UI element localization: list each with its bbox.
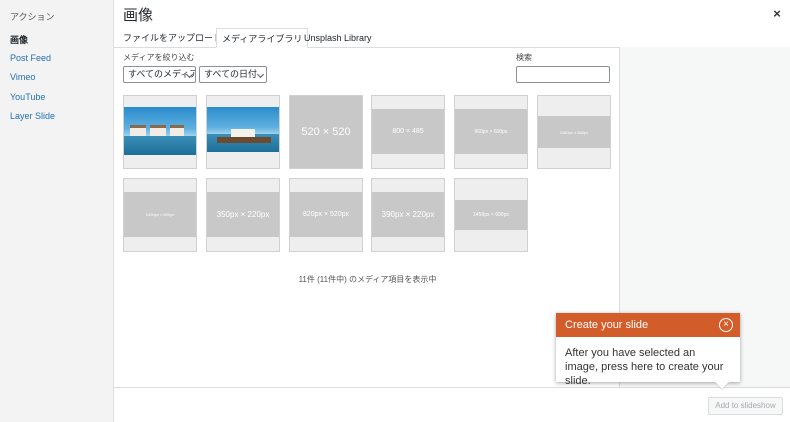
date-select[interactable]: すべての日付 (199, 66, 267, 83)
attachment-thumbnail-11[interactable]: 1450px × 600px (454, 178, 528, 252)
tab-media-library[interactable]: メディアライブラリ (216, 28, 309, 48)
chevron-down-icon (256, 70, 265, 79)
attachment-thumbnail-7[interactable]: 1400px × 800px (123, 178, 197, 252)
sidebar-item-vimeo[interactable]: Vimeo (10, 72, 35, 82)
placeholder-image: 520 × 520 (290, 96, 362, 168)
attachment-thumbnail-4[interactable]: 800 × 485 (371, 95, 445, 169)
attachment-thumbnail-10[interactable]: 390px × 220px (371, 178, 445, 252)
attachment-thumbnail-6[interactable]: 1060px × 580px (537, 95, 611, 169)
attachment-thumbnail-5[interactable]: 960px × 600px (454, 95, 528, 169)
placeholder-image: 390px × 220px (372, 192, 444, 237)
tab-upload-files[interactable]: ファイルをアップロード (118, 28, 227, 48)
attachment-thumbnail-9[interactable]: 820px × 520px (289, 178, 363, 252)
create-slide-tooltip: Create your slide × After you have selec… (556, 313, 740, 387)
placeholder-image: 1400px × 800px (124, 192, 196, 237)
placeholder-image: 350px × 220px (207, 192, 279, 237)
search-label: 検索 (516, 53, 532, 62)
attachment-thumbnail-1[interactable] (123, 95, 197, 169)
media-type-select[interactable]: すべてのメディア (123, 66, 196, 83)
sidebar-item-layer-slide[interactable]: Layer Slide (10, 111, 55, 121)
date-value: すべての日付 (204, 69, 258, 79)
sidebar-item-image[interactable]: 画像 (10, 33, 28, 46)
close-icon[interactable]: × (719, 318, 733, 332)
add-to-slideshow-button[interactable]: Add to slideshow (708, 397, 783, 415)
attachment-thumbnail-3[interactable]: 520 × 520 (289, 95, 363, 169)
modal-title: 画像 (123, 7, 154, 24)
tooltip-body: After you have selected an image, press … (565, 347, 724, 387)
media-count-text: 11件 (11件中) のメディア項目を表示中 (298, 275, 437, 284)
sidebar-item-post-feed[interactable]: Post Feed (10, 53, 51, 63)
filter-label: メディアを絞り込む (123, 53, 195, 62)
sidebar-item-youtube[interactable]: YouTube (10, 92, 45, 102)
placeholder-image: 1060px × 580px (538, 116, 610, 148)
placeholder-image: 820px × 520px (290, 192, 362, 237)
search-input[interactable] (516, 66, 610, 83)
placeholder-image: 1450px × 600px (455, 200, 527, 230)
placeholder-image: 960px × 600px (455, 109, 527, 154)
modal-footer (114, 387, 790, 422)
attachment-thumbnail-2[interactable] (206, 95, 280, 169)
close-icon[interactable]: × (771, 7, 783, 21)
sidebar-heading: アクション (10, 12, 55, 22)
placeholder-image: 800 × 485 (372, 109, 444, 154)
resort-photo (124, 107, 196, 155)
resort-deck-photo (207, 107, 279, 152)
attachment-thumbnail-8[interactable]: 350px × 220px (206, 178, 280, 252)
sidebar: アクション 画像 Post Feed Vimeo YouTube Layer S… (0, 0, 114, 422)
tab-unsplash-library[interactable]: Unsplash Library (299, 28, 377, 48)
tooltip-arrow (715, 382, 729, 389)
tooltip-title: Create your slide (556, 313, 740, 337)
